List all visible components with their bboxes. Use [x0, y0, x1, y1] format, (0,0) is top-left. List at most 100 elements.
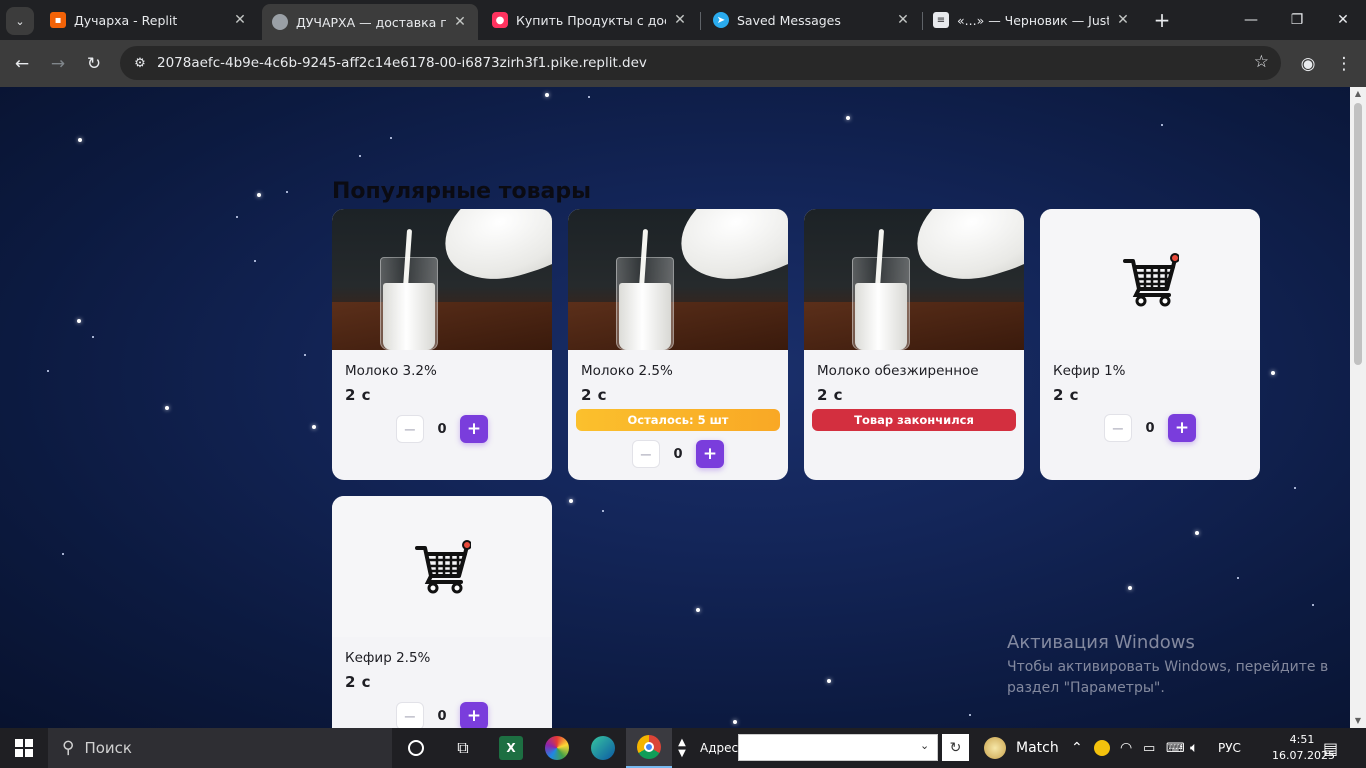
- site-info-icon[interactable]: ⚙: [126, 56, 154, 71]
- page-viewport: Популярные товары Молоко 3.2% 2 с − 0 + …: [0, 87, 1366, 728]
- edge-icon[interactable]: [580, 728, 626, 768]
- windows-start-button[interactable]: [0, 728, 48, 768]
- increase-button[interactable]: +: [1168, 414, 1196, 442]
- url-text: 2078aefc-4b9e-4c6b-9245-aff2c14e6178-00-…: [157, 55, 647, 71]
- address-bar[interactable]: ⚙ 2078aefc-4b9e-4c6b-9245-aff2c14e6178-0…: [120, 46, 1281, 80]
- tab-search-button[interactable]: ⌄: [6, 7, 34, 35]
- star-decoration: [165, 406, 169, 410]
- browser-tab-strip: ⌄ ▪ Дучарха - Replit ✕ ДУЧАРХА — доставк…: [0, 0, 1366, 40]
- toolbar-scroll-arrows[interactable]: ▲ ▼: [674, 728, 690, 768]
- scroll-thumb[interactable]: [1354, 103, 1362, 365]
- telegram-icon: ➤: [713, 12, 729, 28]
- battery-icon[interactable]: ▭: [1143, 728, 1155, 768]
- product-name: Молоко 3.2%: [345, 363, 437, 379]
- task-view-icon[interactable]: ⧉: [440, 728, 486, 768]
- close-icon[interactable]: ✕: [1115, 12, 1131, 28]
- new-tab-button[interactable]: +: [1150, 8, 1174, 32]
- star-decoration: [92, 336, 94, 338]
- product-card: Молоко обезжиренное 2 с Товар закончился: [804, 209, 1024, 480]
- star-decoration: [969, 714, 971, 716]
- star-decoration: [77, 319, 81, 323]
- star-decoration: [827, 679, 831, 683]
- profile-icon[interactable]: ◉: [1294, 50, 1322, 78]
- back-button[interactable]: ←: [8, 50, 36, 78]
- watermark-title: Активация Windows: [1007, 632, 1195, 653]
- decrease-button[interactable]: −: [632, 440, 660, 468]
- excel-icon[interactable]: X: [488, 728, 534, 768]
- star-decoration: [236, 216, 238, 218]
- address-toolbar-input[interactable]: [738, 734, 938, 761]
- increase-button[interactable]: +: [696, 440, 724, 468]
- quantity-stepper: − 0 +: [332, 702, 552, 728]
- wifi-icon[interactable]: ◠: [1120, 728, 1132, 768]
- scroll-down-arrow[interactable]: ▼: [1353, 716, 1363, 726]
- weather-widget[interactable]: Match: [984, 728, 1059, 768]
- chevron-up-icon[interactable]: ⌃: [1071, 728, 1083, 768]
- star-decoration: [390, 137, 392, 139]
- chevron-down-icon[interactable]: ▼: [678, 748, 686, 759]
- chevron-down-icon[interactable]: ⌄: [920, 739, 929, 752]
- close-icon[interactable]: ✕: [672, 12, 688, 28]
- taskbar-search[interactable]: ⚲ Поиск: [48, 728, 392, 768]
- globe-icon: [272, 14, 288, 30]
- product-name: Молоко 2.5%: [581, 363, 673, 379]
- volume-icon[interactable]: 🔈︎: [1190, 728, 1198, 768]
- quantity-stepper: − 0 +: [1040, 414, 1260, 442]
- chevron-up-icon[interactable]: ▲: [678, 737, 686, 748]
- app-icon[interactable]: [534, 728, 580, 768]
- star-decoration: [1312, 604, 1314, 606]
- star-decoration: [602, 510, 604, 512]
- tab-duchara-active[interactable]: ДУЧАРХА — доставка продукт ✕: [262, 4, 478, 40]
- star-decoration: [1195, 531, 1199, 535]
- bookmark-star-icon[interactable]: ☆: [1254, 52, 1269, 72]
- tab-justnotes[interactable]: ≡ «...» — Черновик — JustNotes ✕: [923, 4, 1141, 36]
- tab-samokat[interactable]: ● Купить Продукты с доставкой ✕: [482, 4, 698, 36]
- increase-button[interactable]: +: [460, 415, 488, 443]
- close-icon[interactable]: ✕: [895, 12, 911, 28]
- scroll-up-arrow[interactable]: ▲: [1353, 89, 1363, 99]
- close-icon[interactable]: ✕: [232, 12, 248, 28]
- tab-title: Дучарха - Replit: [74, 12, 178, 28]
- close-icon[interactable]: ✕: [452, 14, 468, 30]
- chrome-icon[interactable]: [626, 728, 672, 768]
- star-decoration: [359, 155, 361, 157]
- product-name: Кефир 2.5%: [345, 650, 431, 666]
- language-indicator[interactable]: РУС: [1218, 728, 1241, 768]
- tab-title: ДУЧАРХА — доставка продукт: [296, 14, 446, 30]
- quantity-value: 0: [1145, 420, 1155, 436]
- increase-button[interactable]: +: [460, 702, 488, 728]
- minimize-button[interactable]: —: [1228, 0, 1274, 40]
- product-price: 2 с: [345, 673, 372, 691]
- quantity-value: 0: [437, 708, 447, 724]
- milk-photo: [804, 209, 1024, 350]
- windows-taskbar: ⚲ Поиск ⧉ X ▲ ▼ Адрес ⌄ ↻ Match ⌃ ◠ ▭ ⌨ 🔈…: [0, 728, 1366, 768]
- menu-icon[interactable]: ⋮: [1330, 50, 1358, 78]
- weather-label: Match: [1016, 740, 1059, 756]
- soccer-ball-icon: [984, 737, 1006, 759]
- low-stock-badge: Осталось: 5 шт: [576, 409, 780, 431]
- decrease-button[interactable]: −: [1104, 414, 1132, 442]
- cortana-icon[interactable]: [393, 728, 439, 768]
- star-decoration: [696, 608, 700, 612]
- forward-button[interactable]: →: [44, 50, 72, 78]
- tab-replit[interactable]: ▪ Дучарха - Replit ✕: [40, 4, 258, 36]
- quantity-value: 0: [673, 446, 683, 462]
- address-toolbar-label: Адрес: [700, 741, 739, 755]
- quantity-stepper: − 0 +: [332, 415, 552, 443]
- keyboard-icon[interactable]: ⌨: [1166, 728, 1185, 768]
- star-decoration: [846, 116, 850, 120]
- page-scrollbar[interactable]: ▲ ▼: [1350, 87, 1366, 728]
- app-tray-icon[interactable]: [1094, 728, 1110, 768]
- notifications-icon[interactable]: ▤: [1323, 728, 1338, 768]
- star-decoration: [545, 93, 549, 97]
- close-window-button[interactable]: ✕: [1320, 0, 1366, 40]
- restore-button[interactable]: ❐: [1274, 0, 1320, 40]
- star-decoration: [1237, 577, 1239, 579]
- product-price: 2 с: [1053, 386, 1080, 404]
- decrease-button[interactable]: −: [396, 702, 424, 728]
- tab-telegram[interactable]: ➤ Saved Messages ✕: [703, 4, 921, 36]
- reload-button[interactable]: ↻: [80, 50, 108, 78]
- address-go-button[interactable]: ↻: [942, 734, 969, 761]
- decrease-button[interactable]: −: [396, 415, 424, 443]
- windows-logo-icon: [15, 739, 33, 757]
